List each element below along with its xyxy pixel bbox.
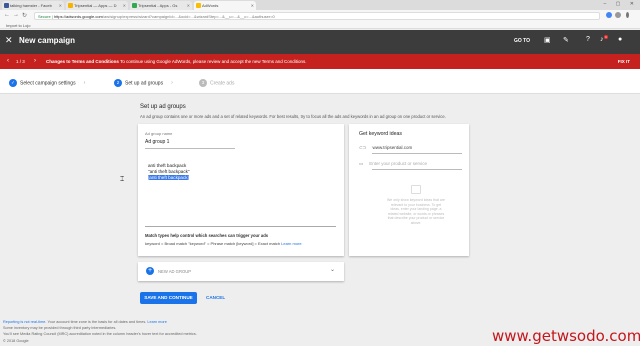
url-input[interactable]: Secure | https://adwords.google.com/aw/s… (34, 12, 600, 20)
learn-more-link[interactable]: Learn more (281, 241, 301, 246)
sheets-favicon-icon (132, 3, 137, 8)
cancel-button[interactable]: CANCEL (206, 292, 225, 304)
footer-line-2: Some inventory may be provided through t… (3, 326, 117, 330)
section-description: An ad group contains one or more ads and… (140, 114, 446, 119)
app-header: ✕ New campaign GO TO ▣ ✎ ? ♪ 1 ● (0, 30, 640, 54)
reports-icon[interactable]: ▣ (544, 36, 551, 44)
mouse-cursor-icon: ⌶ (120, 176, 125, 183)
wizard-steps: ✓ Select campaign settings › 2 Set up ad gr… (0, 69, 640, 94)
bell-icon[interactable]: ♪ (600, 36, 604, 43)
browser-tab-active[interactable]: AdWords ✕ (194, 1, 256, 10)
input-underline (372, 169, 462, 170)
secure-label: Secure (38, 14, 51, 19)
keyword-ideas-panel (349, 124, 469, 256)
reporting-link[interactable]: Reporting is not real-time. (3, 320, 46, 324)
browser-tab[interactable]: Tripsential - Apps - Gs ✕ (130, 1, 192, 10)
url-host: https://adwords.google.com (53, 14, 103, 19)
close-tab-icon[interactable]: ✕ (251, 1, 254, 10)
goto-button[interactable]: GO TO (514, 38, 530, 44)
browser-tab[interactable]: talking hamster - Faceb ✕ (2, 1, 64, 10)
forward-icon[interactable]: → (13, 12, 19, 18)
browser-tab[interactable]: Tripsential — Apps — D ✕ (66, 1, 128, 10)
match-types-example: keyword = Broad match "keyword" = Phrase… (145, 241, 302, 246)
address-bar: ← → ↻ Secure | https://adwords.google.co… (0, 10, 640, 22)
banner-counter: 1 / 3 (16, 59, 25, 64)
ideas-empty-icon (411, 185, 421, 194)
step-number: 3 (199, 79, 207, 87)
banner-message: To continue using Google AdWords, please… (120, 59, 307, 64)
page-title: New campaign (19, 36, 76, 45)
keyword-ideas-title: Get keyword ideas (359, 131, 402, 137)
close-tab-icon[interactable]: ✕ (123, 1, 126, 10)
chevron-right-icon: › (83, 80, 86, 87)
ad-group-name-label: Ad group name (145, 131, 173, 136)
extension-icon[interactable] (615, 12, 621, 18)
footer-line-3: You'll see Media Rating Council (MRC) ac… (3, 332, 197, 336)
input-underline (372, 153, 462, 154)
save-and-continue-button[interactable]: SAVE AND CONTINUE (140, 292, 197, 304)
notification-badge: 1 (604, 35, 608, 39)
chevron-right-icon: › (171, 80, 173, 87)
previous-icon[interactable]: ‹ (7, 54, 9, 69)
step-campaign-settings[interactable]: ✓ Select campaign settings › (9, 79, 85, 87)
drive-favicon-icon (68, 3, 73, 8)
keyword-ideas-help: We only show keyword ideas that are rele… (387, 198, 445, 225)
product-row[interactable]: ▭ Enter your product or service (359, 161, 427, 167)
new-ad-group-row[interactable]: + NEW AD GROUP ⌄ (138, 262, 344, 281)
step-number: 2 (114, 79, 122, 87)
close-icon[interactable]: ✕ (5, 35, 13, 46)
adwords-favicon-icon (196, 3, 201, 8)
window-controls[interactable]: – ▢ ✕ (604, 1, 638, 7)
link-icon: ⊂⊃ (359, 145, 367, 150)
fix-it-button[interactable]: FIX IT (618, 54, 630, 69)
terms-banner: ‹ 1 / 3 › Changes to Terms and Condition… (0, 54, 640, 69)
step-create-ads: 3 Create ads (199, 79, 234, 87)
bookmark-item[interactable]: Import to Lojo (6, 23, 30, 28)
close-tab-icon[interactable]: ✕ (187, 1, 190, 10)
website-row[interactable]: ⊂⊃ www.tripsential.com (359, 145, 412, 151)
input-underline (145, 148, 235, 149)
product-icon: ▭ (359, 161, 364, 166)
new-ad-group-label: NEW AD GROUP (158, 269, 192, 274)
step-ad-groups[interactable]: 2 Set up ad groups › (114, 79, 173, 87)
tools-icon[interactable]: ✎ (563, 36, 569, 44)
browser-tab-bar: talking hamster - Faceb ✕ Tripsential — … (0, 0, 640, 10)
keywords-textarea[interactable]: anti theft backpack "anti theft backpack… (145, 159, 336, 227)
ad-group-name-input[interactable]: Ad group 1 (145, 139, 169, 145)
close-tab-icon[interactable]: ✕ (59, 1, 62, 10)
extension-icon[interactable] (606, 12, 612, 18)
menu-icon[interactable] (626, 12, 629, 18)
section-title: Set up ad groups (140, 104, 186, 110)
bookmarks-bar: Import to Lojo (0, 22, 640, 29)
facebook-favicon-icon (4, 3, 9, 8)
url-path: /aw/signup/express/wizard?campaignId=...… (102, 14, 275, 19)
copyright: © 2018 Google (3, 339, 29, 343)
back-icon[interactable]: ← (4, 12, 10, 18)
plus-icon: + (146, 267, 154, 275)
watermark: www.getwsodo.com (492, 327, 640, 345)
learn-more-link[interactable]: Learn more (147, 320, 166, 324)
keyword-line-selected: [anti theft backpack] (148, 175, 189, 180)
chevron-down-icon[interactable]: ⌄ (330, 266, 335, 273)
banner-title: Changes to Terms and Conditions (46, 59, 119, 64)
website-value: www.tripsential.com (372, 145, 413, 150)
product-input[interactable]: Enter your product or service (369, 161, 427, 166)
next-icon[interactable]: › (34, 54, 36, 69)
help-icon[interactable]: ? (586, 36, 590, 43)
match-types-title: Match types help control which searches … (145, 233, 269, 238)
check-icon: ✓ (9, 79, 17, 87)
reload-icon[interactable]: ↻ (22, 12, 27, 19)
footer-line-1: Reporting is not real-time. Your account… (3, 320, 167, 324)
account-icon[interactable]: ● (618, 36, 622, 43)
